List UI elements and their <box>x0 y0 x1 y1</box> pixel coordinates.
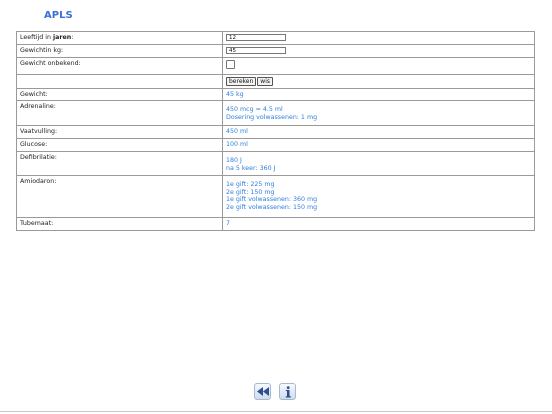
result-value: 450 ml <box>222 125 535 139</box>
result-row: Tubemaat: 7 <box>16 217 535 231</box>
result-value-line: 2e gift volwassenen: 150 mg <box>226 203 318 211</box>
result-value: 45 kg <box>222 87 535 101</box>
weight-unknown-row: Gewicht onbekend: <box>16 57 535 75</box>
weight-unknown-label: Gewicht onbekend: <box>16 57 223 75</box>
result-value-line: 45 kg <box>226 90 244 98</box>
weight-input-row: Gewichtin kg: <box>16 44 535 58</box>
result-value-line: 450 mcg = 4.5 ml <box>226 106 283 113</box>
calculate-button[interactable]: bereken <box>226 76 257 86</box>
result-value-line: 2e gift: 150 mg <box>226 188 275 196</box>
age-input[interactable] <box>226 34 286 41</box>
result-label: Adrenaline: <box>16 100 223 126</box>
weight-input[interactable] <box>226 47 286 54</box>
result-row: Adrenaline: 450 mcg = 4.5 ml Dosering volw… <box>16 100 535 126</box>
info-icon <box>284 385 292 398</box>
result-value: 7 <box>222 217 535 231</box>
result-row: Defibrilatie: 180 Jna 5 keer: 360 J <box>16 151 535 176</box>
page-title: APLS <box>44 10 73 21</box>
result-value-line: 1e gift volwassenen: 360 mg <box>226 196 318 203</box>
result-label: Glucose: <box>16 138 223 152</box>
weight-input-label: Gewichtin kg: <box>16 44 223 58</box>
result-value: 100 ml <box>222 138 535 152</box>
weight-unknown-checkbox[interactable] <box>226 60 235 69</box>
result-row: Amiodaron: 1e gift: 225 mg 2e gift: 150 mg… <box>16 175 535 218</box>
age-label: Leeftijd in jaren: <box>16 31 223 45</box>
result-label: Amiodaron: <box>16 175 223 218</box>
bottom-divider <box>0 411 552 412</box>
age-row: Leeftijd in jaren: <box>16 31 535 45</box>
result-value: 1e gift: 225 mg 2e gift: 150 mg 1e gift vo… <box>222 175 535 218</box>
result-row: Glucose: 100 ml <box>16 138 535 152</box>
result-value-line: 180 J <box>226 157 242 164</box>
result-value-line: 1e gift: 225 mg <box>226 181 275 188</box>
result-value-line: 450 ml <box>226 128 248 135</box>
buttons-row: bereken wis <box>16 73 535 89</box>
footer-toolbar <box>254 383 296 400</box>
back-button[interactable] <box>254 383 271 400</box>
result-row: Gewicht: 45 kg <box>16 87 535 101</box>
result-value: 180 Jna 5 keer: 360 J <box>222 151 535 176</box>
result-value-line: 100 ml <box>226 141 248 148</box>
result-value: 450 mcg = 4.5 ml Dosering volwassenen: 1 … <box>222 100 535 126</box>
result-value-line: Dosering volwassenen: 1 mg <box>226 113 318 121</box>
result-label: Defibrilatie: <box>16 151 223 176</box>
result-label: Tubemaat: <box>16 217 223 231</box>
result-value-line: 7 <box>226 220 231 227</box>
rewind-icon <box>256 387 269 396</box>
calculator-table: Leeftijd in jaren: Gewichtin kg: Gewicht… <box>16 31 535 231</box>
result-value-line: na 5 keer: 360 J <box>226 164 276 172</box>
info-button[interactable] <box>279 383 296 400</box>
clear-button[interactable]: wis <box>257 76 273 86</box>
result-label: Gewicht: <box>16 87 223 101</box>
result-row: Vaatvulling: 450 ml <box>16 125 535 139</box>
result-label: Vaatvulling: <box>16 125 223 139</box>
